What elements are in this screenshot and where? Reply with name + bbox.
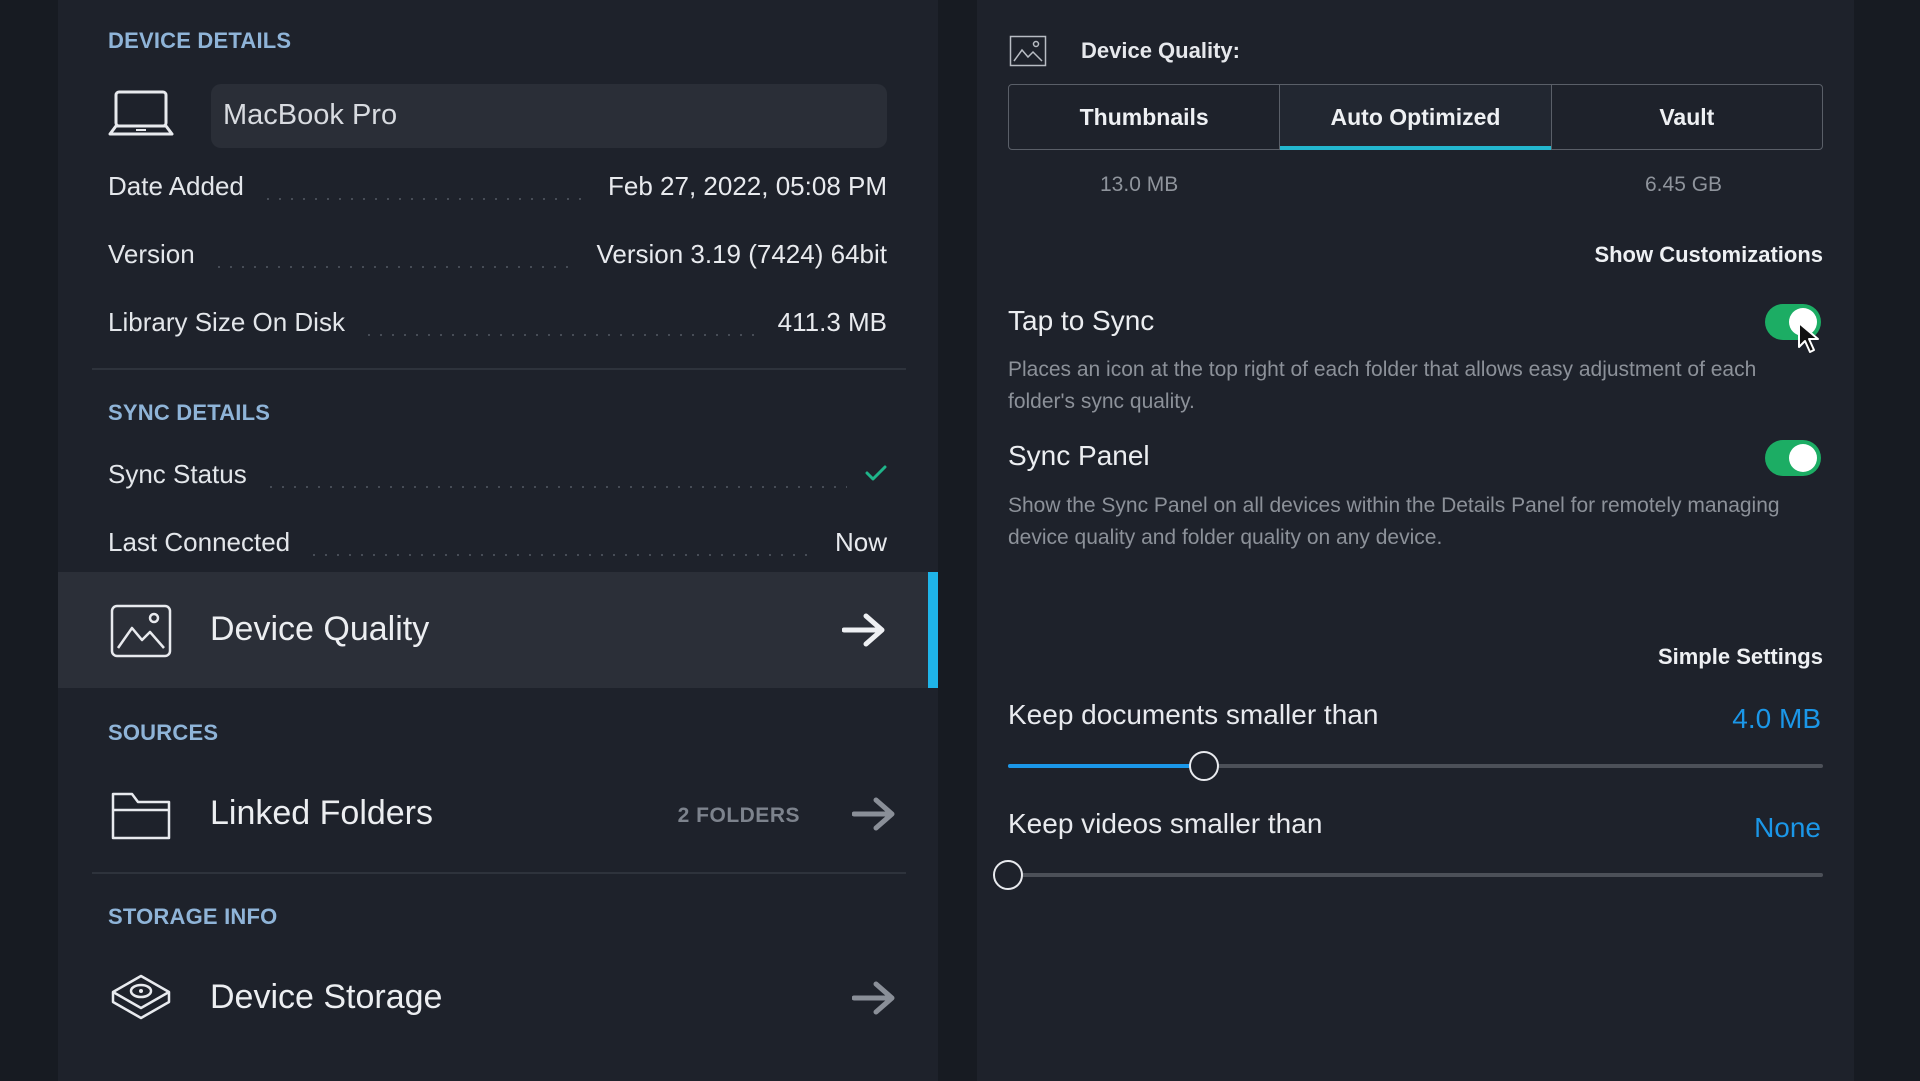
tab-auto-optimized[interactable]: Auto Optimized <box>1279 85 1551 150</box>
last-connected-row: Last Connected Now <box>108 518 887 558</box>
folders-count-badge: 2 FOLDERS <box>677 804 800 827</box>
show-customizations-link[interactable]: Show Customizations <box>1594 242 1823 268</box>
hard-drive-icon <box>111 974 171 1020</box>
videos-slider-value: None <box>1754 812 1821 843</box>
dotted-leader <box>261 198 591 200</box>
nav-device-quality[interactable]: Device Quality <box>58 572 938 688</box>
documents-slider-thumb[interactable] <box>1188 751 1219 781</box>
sync-panel-title: Sync Panel <box>1008 440 1150 471</box>
date-added-row: Date Added Feb 27, 2022, 05:08 PM <box>108 162 887 202</box>
folder-icon <box>111 792 171 840</box>
vault-size: 6.45 GB <box>1645 173 1723 196</box>
tab-vault[interactable]: Vault <box>1550 85 1822 149</box>
tap-to-sync-title: Tap to Sync <box>1008 305 1155 336</box>
dotted-leader <box>264 486 847 488</box>
device-details-title: DEVICE DETAILS <box>108 28 292 53</box>
videos-slider[interactable] <box>993 860 1823 890</box>
nav-device-storage[interactable]: Device Storage <box>58 940 938 1056</box>
tab-thumbnails[interactable]: Thumbnails <box>1009 85 1279 149</box>
mouse-cursor-icon <box>1798 322 1819 353</box>
documents-slider-value: 4.0 MB <box>1732 703 1821 734</box>
divider <box>92 872 906 874</box>
version-label: Version <box>108 239 195 269</box>
version-value: Version 3.19 (7424) 64bit <box>596 239 887 269</box>
arrow-right-icon <box>842 613 885 647</box>
date-added-label: Date Added <box>108 171 244 201</box>
sync-panel-description: Show the Sync Panel on all devices withi… <box>1008 494 1780 549</box>
sync-status-row: Sync Status <box>108 450 887 490</box>
arrow-right-icon <box>852 981 895 1015</box>
device-name-field[interactable]: MacBook Pro <box>211 84 887 148</box>
sync-panel-toggle[interactable] <box>1765 440 1821 476</box>
nav-linked-folders-label: Linked Folders <box>210 794 434 832</box>
documents-slider[interactable] <box>1008 751 1823 781</box>
last-connected-label: Last Connected <box>108 527 291 557</box>
device-quality-title: Device Quality: <box>1081 38 1240 63</box>
nav-device-quality-label: Device Quality <box>210 610 430 648</box>
toggle-knob <box>1789 444 1817 472</box>
nav-device-storage-label: Device Storage <box>210 978 443 1016</box>
sources-title: SOURCES <box>108 720 219 745</box>
sync-details-title: SYNC DETAILS <box>108 400 271 425</box>
quality-segmented-control: Thumbnails Auto Optimized Vault <box>1008 84 1823 150</box>
divider <box>92 368 906 370</box>
arrow-right-icon <box>852 797 895 831</box>
image-icon <box>110 604 172 658</box>
videos-slider-label: Keep videos smaller than <box>1008 808 1323 839</box>
last-connected-value: Now <box>834 527 887 557</box>
tap-to-sync-description: Places an icon at the top right of each … <box>1008 358 1757 413</box>
date-added-value: Feb 27, 2022, 05:08 PM <box>608 171 887 201</box>
version-row: Version Version 3.19 (7424) 64bit <box>108 230 887 270</box>
storage-info-title: STORAGE INFO <box>108 904 278 929</box>
device-details-panel: DEVICE DETAILS MacBook Pro Date Added Fe… <box>58 0 938 1081</box>
videos-slider-thumb[interactable] <box>993 860 1023 890</box>
image-icon <box>1009 35 1047 67</box>
active-indicator <box>928 572 938 688</box>
library-size-value: 411.3 MB <box>777 307 887 337</box>
dotted-leader <box>362 334 760 336</box>
device-quality-panel: Device Quality: Thumbnails Auto Optimize… <box>977 0 1854 1081</box>
dotted-leader <box>308 554 817 556</box>
checkmark-icon <box>865 465 887 481</box>
laptop-icon <box>108 90 174 136</box>
slider-fill <box>1008 764 1204 768</box>
library-size-row: Library Size On Disk 411.3 MB <box>108 298 887 338</box>
thumbnails-size: 13.0 MB <box>1100 173 1179 196</box>
dotted-leader <box>212 266 579 268</box>
nav-linked-folders[interactable]: Linked Folders 2 FOLDERS <box>58 756 938 872</box>
sync-status-label: Sync Status <box>108 459 247 489</box>
library-size-label: Library Size On Disk <box>108 307 345 337</box>
documents-slider-label: Keep documents smaller than <box>1008 699 1379 730</box>
simple-settings-link[interactable]: Simple Settings <box>1658 644 1823 670</box>
